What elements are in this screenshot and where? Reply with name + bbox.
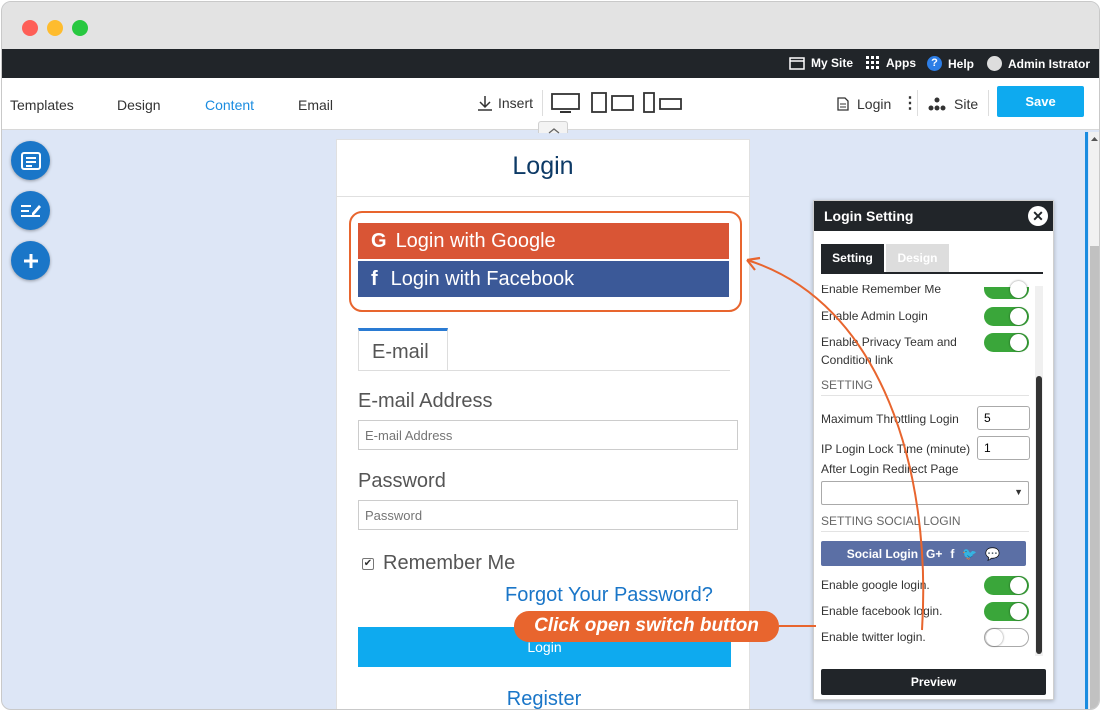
- browser-window: My Site Apps ? Help Admin Istrator Templ…: [1, 1, 1100, 710]
- instruction-callout: Click open switch button: [514, 611, 779, 642]
- annotation-arrow: [746, 256, 925, 631]
